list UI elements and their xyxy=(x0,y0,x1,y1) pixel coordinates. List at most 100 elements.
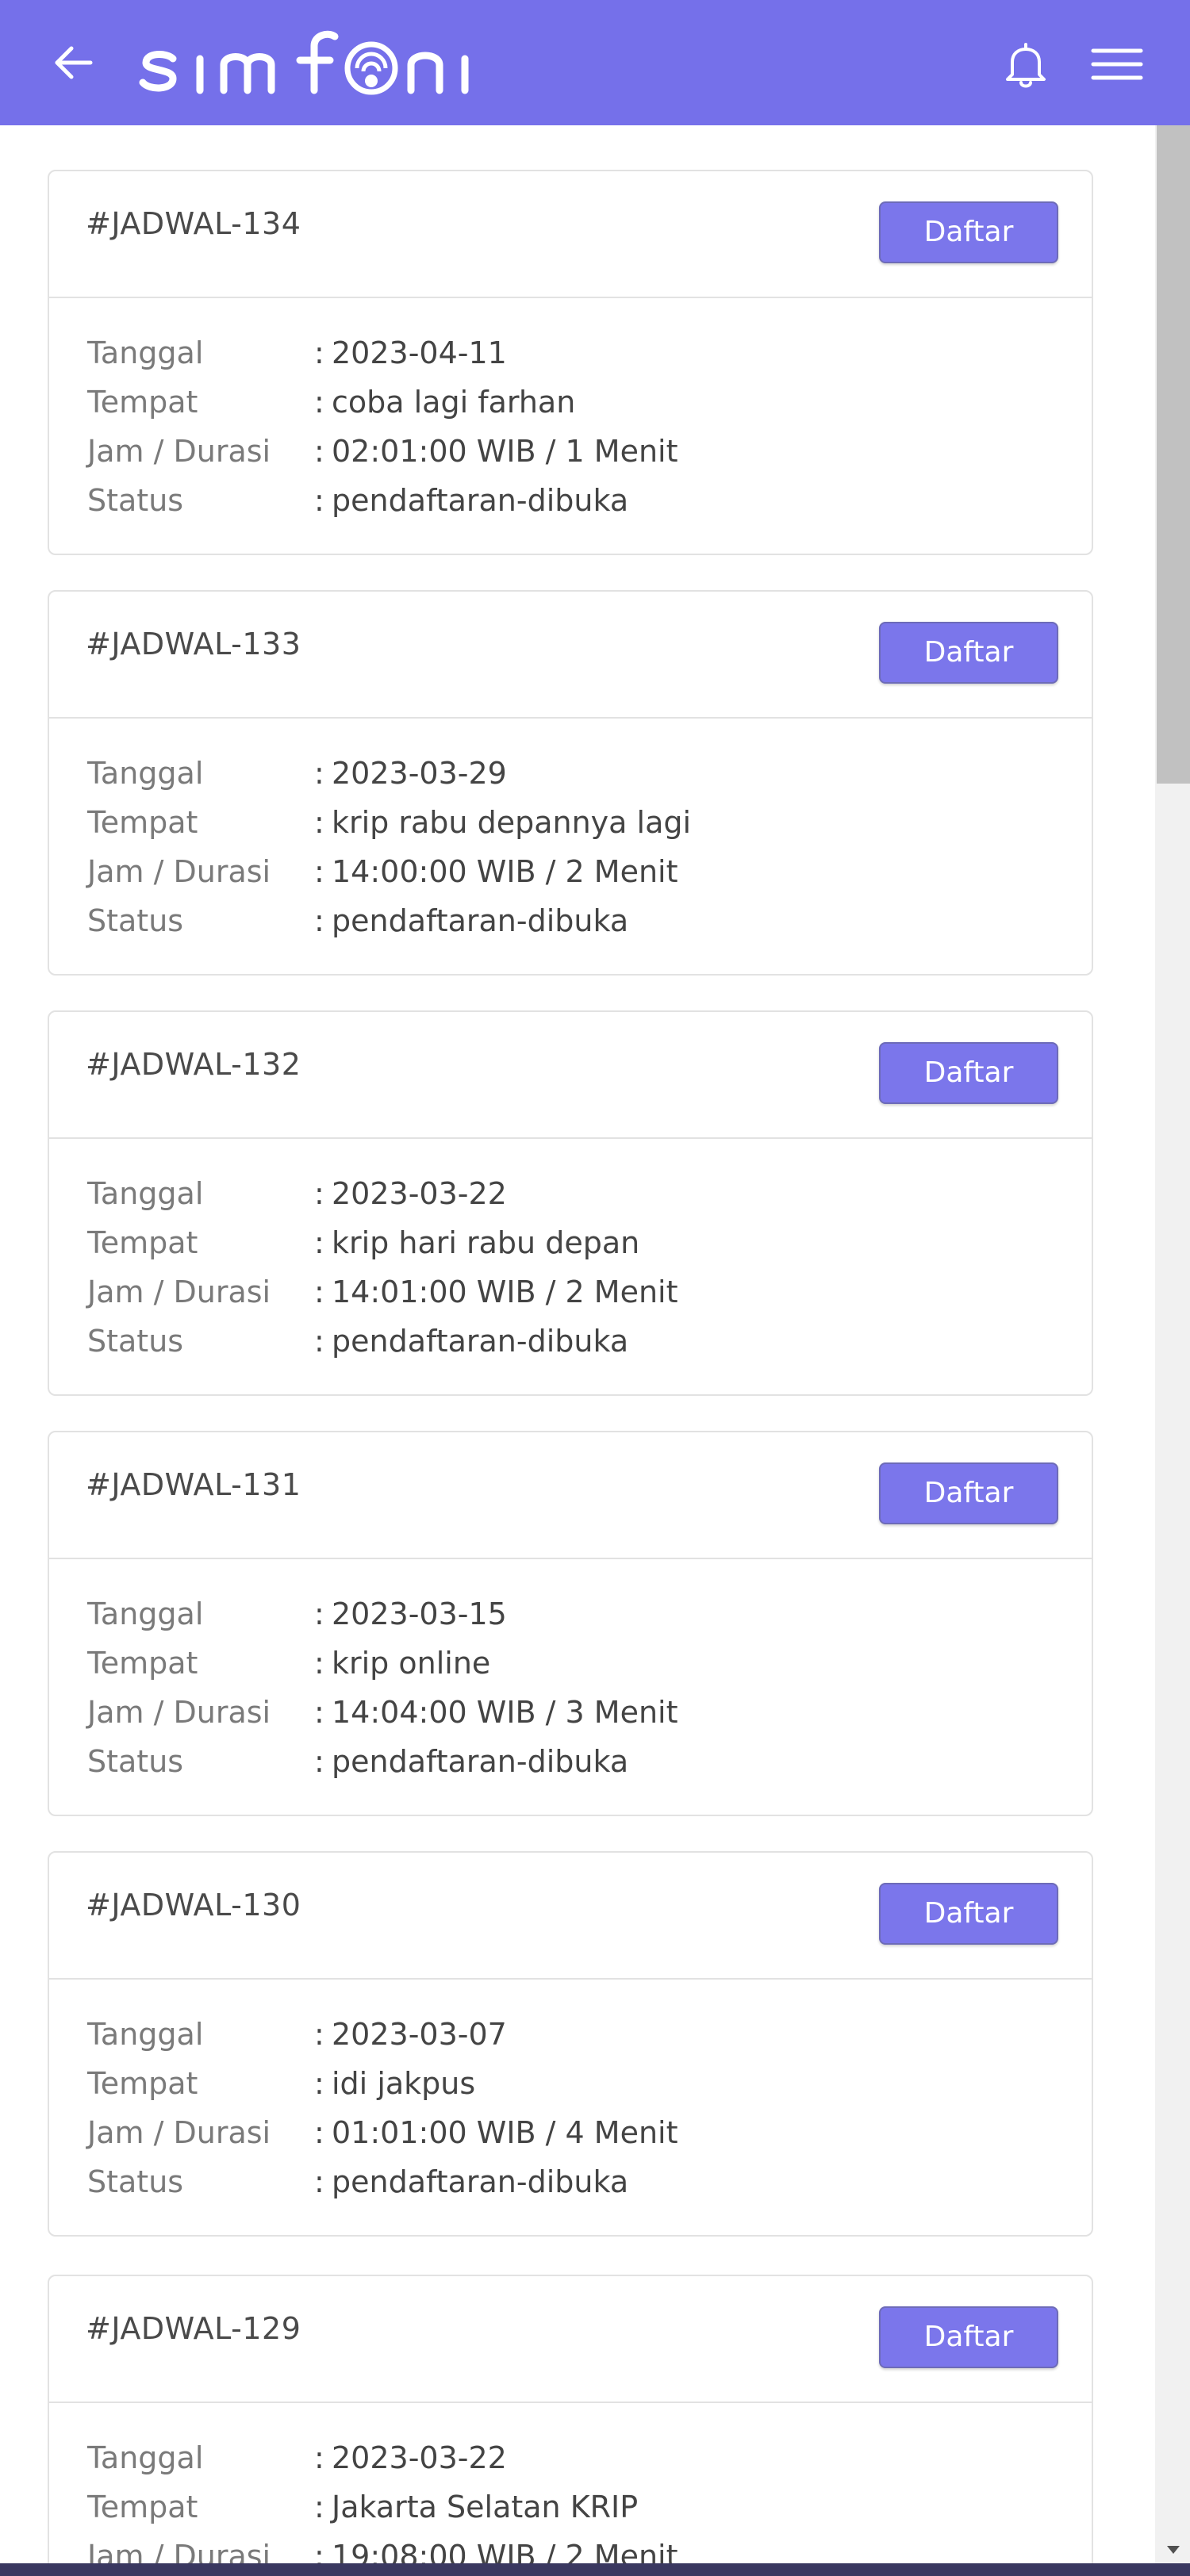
jam-durasi-label: Jam / Durasi xyxy=(87,2539,271,2563)
tanggal-label: Tanggal xyxy=(87,2017,204,2052)
status-label: Status xyxy=(87,1324,184,1359)
tempat-value: idi jakpus xyxy=(332,2066,476,2101)
jam-durasi-value: 14:01:00 WIB / 2 Menit xyxy=(332,1275,678,1309)
app-header xyxy=(0,0,1190,125)
status-value: pendaftaran-dibuka xyxy=(332,483,629,518)
hamburger-menu-button[interactable] xyxy=(1087,38,1147,90)
tanggal-label: Tanggal xyxy=(87,1597,204,1631)
card-header: #JADWAL-129 Daftar xyxy=(49,2276,1092,2403)
jam-durasi-label: Jam / Durasi xyxy=(87,434,271,469)
tempat-value: krip hari rabu depan xyxy=(332,1225,640,1260)
card-header: #JADWAL-133 Daftar xyxy=(49,592,1092,719)
tanggal-value: 2023-03-22 xyxy=(332,2440,507,2475)
tanggal-value: 2023-04-11 xyxy=(332,335,507,370)
jam-durasi-value: 14:00:00 WIB / 2 Menit xyxy=(332,854,678,889)
separator: : xyxy=(314,1324,324,1359)
schedule-card: #JADWAL-134 Daftar Tanggal : 2023-04-11 … xyxy=(48,170,1093,555)
tempat-value: krip online xyxy=(332,1646,491,1681)
card-header: #JADWAL-134 Daftar xyxy=(49,171,1092,298)
daftar-button[interactable]: Daftar xyxy=(879,622,1058,684)
hamburger-menu-icon xyxy=(1091,48,1143,80)
tanggal-label: Tanggal xyxy=(87,756,204,791)
tanggal-label: Tanggal xyxy=(87,1176,204,1211)
jam-durasi-label: Jam / Durasi xyxy=(87,1275,271,1309)
schedule-id: #JADWAL-129 xyxy=(86,2311,301,2346)
separator: : xyxy=(314,2440,324,2475)
separator: : xyxy=(314,903,324,938)
jam-durasi-label: Jam / Durasi xyxy=(87,1695,271,1730)
card-header: #JADWAL-131 Daftar xyxy=(49,1432,1092,1559)
status-value: pendaftaran-dibuka xyxy=(332,1744,629,1779)
tempat-label: Tempat xyxy=(87,1646,198,1681)
tempat-value: Jakarta Selatan KRIP xyxy=(332,2490,639,2524)
schedule-card: #JADWAL-132 Daftar Tanggal : 2023-03-22 … xyxy=(48,1010,1093,1396)
bottom-edge-bar xyxy=(0,2563,1190,2576)
separator: : xyxy=(314,1597,324,1631)
tempat-label: Tempat xyxy=(87,385,198,420)
daftar-button[interactable]: Daftar xyxy=(879,1042,1058,1104)
simfoni-logo-mark xyxy=(139,30,469,95)
tanggal-value: 2023-03-29 xyxy=(332,756,507,791)
schedule-id: #JADWAL-133 xyxy=(86,627,301,661)
separator: : xyxy=(314,2539,324,2563)
arrow-left-icon xyxy=(55,46,93,79)
back-button[interactable] xyxy=(44,35,100,90)
card-header: #JADWAL-130 Daftar xyxy=(49,1853,1092,1980)
tanggal-label: Tanggal xyxy=(87,335,204,370)
separator: : xyxy=(314,756,324,791)
separator: : xyxy=(314,2115,324,2150)
tanggal-value: 2023-03-22 xyxy=(332,1176,507,1211)
status-value: pendaftaran-dibuka xyxy=(332,903,629,938)
scroll-down-button[interactable] xyxy=(1157,2535,1190,2563)
separator: : xyxy=(314,2066,324,2101)
daftar-button[interactable]: Daftar xyxy=(879,201,1058,263)
separator: : xyxy=(314,483,324,518)
separator: : xyxy=(314,1646,324,1681)
jam-durasi-value: 01:01:00 WIB / 4 Menit xyxy=(332,2115,678,2150)
notification-button[interactable] xyxy=(996,35,1055,94)
tempat-label: Tempat xyxy=(87,2066,198,2101)
card-header: #JADWAL-132 Daftar xyxy=(49,1012,1092,1139)
separator: : xyxy=(314,854,324,889)
tempat-value: krip rabu depannya lagi xyxy=(332,805,692,840)
status-label: Status xyxy=(87,2164,184,2199)
tempat-label: Tempat xyxy=(87,2490,198,2524)
separator: : xyxy=(314,1176,324,1211)
status-value: pendaftaran-dibuka xyxy=(332,1324,629,1359)
separator: : xyxy=(314,2490,324,2524)
schedule-card: #JADWAL-133 Daftar Tanggal : 2023-03-29 … xyxy=(48,590,1093,976)
schedule-id: #JADWAL-132 xyxy=(86,1047,301,1082)
schedule-card: #JADWAL-131 Daftar Tanggal : 2023-03-15 … xyxy=(48,1431,1093,1816)
schedule-card: #JADWAL-130 Daftar Tanggal : 2023-03-07 … xyxy=(48,1851,1093,2237)
bell-icon xyxy=(1006,43,1046,88)
jam-durasi-label: Jam / Durasi xyxy=(87,854,271,889)
separator: : xyxy=(314,2164,324,2199)
simfoni-logo xyxy=(135,27,508,98)
tempat-value: coba lagi farhan xyxy=(332,385,576,420)
scrollbar-thumb[interactable] xyxy=(1157,125,1190,784)
schedule-list[interactable]: #JADWAL-134 Daftar Tanggal : 2023-04-11 … xyxy=(0,125,1155,2563)
separator: : xyxy=(314,434,324,469)
tanggal-value: 2023-03-07 xyxy=(332,2017,507,2052)
separator: : xyxy=(314,2017,324,2052)
schedule-card: #JADWAL-129 Daftar Tanggal : 2023-03-22 … xyxy=(48,2275,1093,2563)
separator: : xyxy=(314,335,324,370)
status-label: Status xyxy=(87,1744,184,1779)
tempat-label: Tempat xyxy=(87,1225,198,1260)
separator: : xyxy=(314,1225,324,1260)
separator: : xyxy=(314,1275,324,1309)
status-label: Status xyxy=(87,483,184,518)
schedule-id: #JADWAL-130 xyxy=(86,1888,301,1922)
separator: : xyxy=(314,1744,324,1779)
separator: : xyxy=(314,805,324,840)
schedule-id: #JADWAL-134 xyxy=(86,206,301,241)
triangle-down-icon xyxy=(1167,2546,1180,2554)
daftar-button[interactable]: Daftar xyxy=(879,1462,1058,1524)
tanggal-label: Tanggal xyxy=(87,2440,204,2475)
daftar-button[interactable]: Daftar xyxy=(879,1883,1058,1945)
daftar-button[interactable]: Daftar xyxy=(879,2306,1058,2368)
separator: : xyxy=(314,1695,324,1730)
jam-durasi-label: Jam / Durasi xyxy=(87,2115,271,2150)
separator: : xyxy=(314,385,324,420)
tempat-label: Tempat xyxy=(87,805,198,840)
